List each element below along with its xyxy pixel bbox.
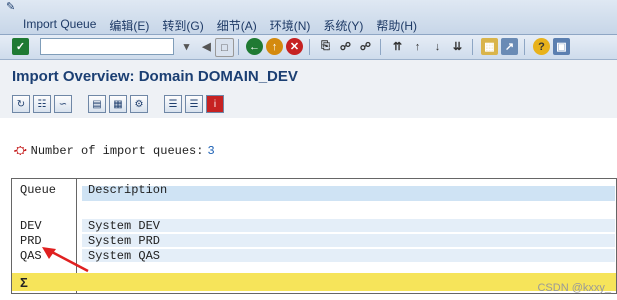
- menu-edit[interactable]: 编辑(E): [109, 17, 149, 34]
- create-session-icon[interactable]: ▦: [481, 38, 498, 55]
- table-icon[interactable]: ▦: [109, 95, 127, 113]
- system-menu-icon[interactable]: ✎: [6, 2, 18, 13]
- page-title: Import Overview: Domain DOMAIN_DEV: [12, 68, 298, 85]
- row-background: [82, 249, 615, 262]
- refresh-icon[interactable]: ↻: [12, 95, 30, 113]
- info-icon[interactable]: i: [206, 95, 224, 113]
- table-row-queue[interactable]: QAS: [20, 249, 42, 263]
- help-icon[interactable]: ?: [533, 38, 550, 55]
- truck-icon: ⛮: [14, 144, 27, 158]
- table-row-description[interactable]: System PRD: [88, 234, 160, 248]
- first-page-icon[interactable]: ⇈: [389, 38, 406, 55]
- command-dropdown-icon[interactable]: ▾: [178, 38, 195, 55]
- table-row-description[interactable]: System DEV: [88, 219, 160, 233]
- enter-check-icon[interactable]: ✓: [12, 38, 29, 55]
- info-label: Number of import queues:: [30, 144, 204, 158]
- back-icon[interactable]: ←: [246, 38, 263, 55]
- row-background: [82, 234, 615, 247]
- command-field[interactable]: [40, 38, 174, 55]
- toolbar-separator: [472, 39, 473, 55]
- standard-toolbar: ✓ ▾ ◀ □ ← ↑ ✕ ⎘ ☍ ☍ ⇈ ↑ ↓ ⇊ ▦ ↗ ? ▣: [0, 35, 617, 60]
- table-row-queue[interactable]: DEV: [20, 219, 42, 233]
- toolbar-separator: [380, 39, 381, 55]
- menu-help[interactable]: 帮助(H): [376, 17, 417, 34]
- find-icon[interactable]: ☍: [337, 38, 354, 55]
- find-next-icon[interactable]: ☍: [357, 38, 374, 55]
- customize-layout-icon[interactable]: ▣: [553, 38, 570, 55]
- title-bar: Import Overview: Domain DOMAIN_DEV: [0, 60, 617, 90]
- application-toolbar: ↻ ☷ ∽ ▤ ▦ ⚙ ☰ ☰ i: [0, 92, 617, 116]
- menu-details[interactable]: 细节(A): [217, 17, 257, 34]
- cancel-icon[interactable]: ✕: [286, 38, 303, 55]
- last-page-icon[interactable]: ⇊: [449, 38, 466, 55]
- list-icon[interactable]: ☰: [185, 95, 203, 113]
- exit-icon[interactable]: ↑: [266, 38, 283, 55]
- next-page-icon[interactable]: ↓: [429, 38, 446, 55]
- display-icon[interactable]: ▤: [88, 95, 106, 113]
- menu-bar: ✎ Import Queue 编辑(E) 转到(G) 细节(A) 环境(N) 系…: [0, 0, 617, 35]
- row-background: [82, 219, 615, 232]
- previous-page-icon[interactable]: ↑: [409, 38, 426, 55]
- hierarchy-icon[interactable]: ☷: [33, 95, 51, 113]
- toolbar-separator: [524, 39, 525, 55]
- overview-icon[interactable]: ∽: [54, 95, 72, 113]
- table-row-description[interactable]: System QAS: [88, 249, 160, 263]
- filter-icon[interactable]: ⚙: [130, 95, 148, 113]
- queue-table: Queue Description DEV System DEV PRD Sys…: [11, 178, 617, 294]
- save-icon[interactable]: □: [215, 38, 234, 57]
- table-row-queue[interactable]: PRD: [20, 234, 42, 248]
- menu-import-queue[interactable]: Import Queue: [23, 17, 96, 34]
- print-icon[interactable]: ⎘: [317, 38, 334, 55]
- transport-icon[interactable]: ☰: [164, 95, 182, 113]
- red-annotation-arrow: [42, 247, 89, 273]
- toolbar-separator: [238, 39, 239, 55]
- watermark: CSDN @kxxy_: [537, 282, 611, 294]
- totals-row: [12, 273, 616, 291]
- toolbar-separator: [309, 39, 310, 55]
- menu-environment[interactable]: 环境(N): [270, 17, 311, 34]
- sum-icon: Σ: [20, 275, 28, 290]
- menu-goto[interactable]: 转到(G): [162, 17, 203, 34]
- create-shortcut-icon[interactable]: ↗: [501, 38, 518, 55]
- collapse-icon[interactable]: ◀: [198, 38, 215, 55]
- column-header-description[interactable]: Description: [88, 183, 167, 201]
- import-queue-info: ⛮ Number of import queues: 3: [14, 144, 215, 158]
- column-header-queue[interactable]: Queue: [20, 183, 56, 201]
- queue-count: 3: [207, 144, 215, 158]
- menu-system[interactable]: 系统(Y): [323, 17, 363, 34]
